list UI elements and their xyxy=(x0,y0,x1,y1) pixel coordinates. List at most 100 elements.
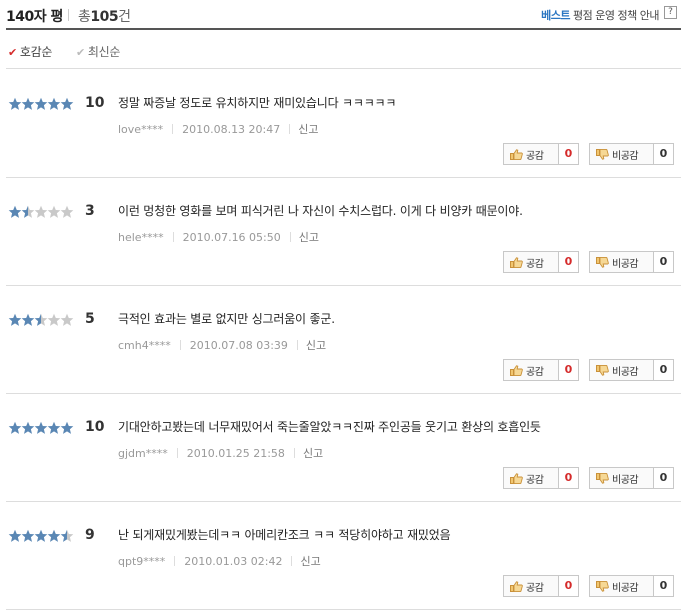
star-icon xyxy=(47,313,61,326)
meta-divider xyxy=(172,124,174,134)
thumbs-up-icon xyxy=(510,364,523,376)
policy-label: 평점 운영 정책 안내 xyxy=(573,9,659,22)
like-label: 공감 xyxy=(526,150,544,162)
star-icon xyxy=(21,421,35,434)
thumbs-up-icon xyxy=(510,580,523,592)
report-link[interactable]: 신고 xyxy=(300,555,320,568)
star-icon xyxy=(8,97,22,110)
sort-bar: ✔ 호감순 ✔ 최신순 xyxy=(6,32,681,69)
reviewer-id[interactable]: cmh4**** xyxy=(118,339,171,352)
thumbs-down-icon xyxy=(596,472,609,484)
star-icon xyxy=(34,205,48,218)
like-label: 공감 xyxy=(526,258,544,270)
like-count: 0 xyxy=(558,468,578,488)
review-meta: cmh4**** 2010.07.08 03:39 신고 xyxy=(118,337,326,353)
review-score: 10 xyxy=(85,419,105,435)
star-rating xyxy=(8,421,74,435)
like-count: 0 xyxy=(558,576,578,596)
review-score: 5 xyxy=(85,311,95,327)
dislike-label: 비공감 xyxy=(612,582,639,594)
best-label: 베스트 xyxy=(541,9,571,22)
star-icon xyxy=(8,205,22,218)
review-item: 10 정말 짜증날 정도로 유치하지만 재미있습니다 ㅋㅋㅋㅋㅋ love**** 2… xyxy=(6,70,681,178)
dislike-button[interactable]: 비공감 0 xyxy=(589,143,674,165)
dislike-count: 0 xyxy=(653,468,673,488)
star-icon xyxy=(8,313,22,326)
review-item: 10 기대안하고봤는데 너무재밌어서 죽는줄알았ㅋㅋ진짜 주인공들 웃기고 환상의… xyxy=(6,394,681,502)
star-icon xyxy=(34,529,48,542)
review-score: 3 xyxy=(85,203,95,219)
star-icon xyxy=(21,313,35,326)
review-meta: qpt9**** 2010.01.03 02:42 신고 xyxy=(118,553,321,569)
star-icon xyxy=(8,421,22,434)
star-rating xyxy=(8,205,74,219)
star-icon xyxy=(21,97,35,110)
like-label: 공감 xyxy=(526,366,544,378)
meta-divider xyxy=(296,340,298,350)
review-item: 9 난 되게재밌게봤는데ㅋㅋ 아메리칸조크 ㅋㅋ 적당히야하고 재밌었음 qpt9*… xyxy=(6,502,681,610)
like-count: 0 xyxy=(558,360,578,380)
review-item: 5 극적인 효과는 별로 없지만 싱그러움이 좋군. cmh4**** 2010.07… xyxy=(6,286,681,394)
reviews-header: 140자 평 총105건 베스트 평점 운영 정책 안내 ? xyxy=(6,0,681,30)
review-date: 2010.08.13 20:47 xyxy=(182,123,281,136)
reviewer-id[interactable]: love**** xyxy=(118,123,163,136)
sort-label: 호감순 xyxy=(19,45,53,59)
report-link[interactable]: 신고 xyxy=(306,339,326,352)
like-button[interactable]: 공감 0 xyxy=(503,467,579,489)
review-date: 2010.07.16 05:50 xyxy=(182,231,281,244)
dislike-label: 비공감 xyxy=(612,258,639,270)
review-date: 2010.01.25 21:58 xyxy=(186,447,285,460)
dislike-button[interactable]: 비공감 0 xyxy=(589,251,674,273)
meta-divider xyxy=(291,556,293,566)
dislike-button[interactable]: 비공감 0 xyxy=(589,575,674,597)
sort-label: 최신순 xyxy=(87,45,121,59)
reviewer-id[interactable]: qpt9**** xyxy=(118,555,165,568)
review-text: 극적인 효과는 별로 없지만 싱그러움이 좋군. xyxy=(118,312,335,326)
star-rating xyxy=(8,529,74,543)
like-count: 0 xyxy=(558,144,578,164)
total-count: 총105건 xyxy=(78,6,131,26)
review-text: 기대안하고봤는데 너무재밌어서 죽는줄알았ㅋㅋ진짜 주인공들 웃기고 환상의 호… xyxy=(118,420,541,434)
review-date: 2010.07.08 03:39 xyxy=(189,339,288,352)
thumbs-down-icon xyxy=(596,580,609,592)
meta-divider xyxy=(289,124,291,134)
star-icon xyxy=(47,421,61,434)
report-link[interactable]: 신고 xyxy=(298,123,318,136)
review-meta: hele**** 2010.07.16 05:50 신고 xyxy=(118,229,319,245)
report-link[interactable]: 신고 xyxy=(303,447,323,460)
report-link[interactable]: 신고 xyxy=(299,231,319,244)
like-button[interactable]: 공감 0 xyxy=(503,359,579,381)
dislike-label: 비공감 xyxy=(612,474,639,486)
review-meta: love**** 2010.08.13 20:47 신고 xyxy=(118,121,319,137)
review-meta: gjdm**** 2010.01.25 21:58 신고 xyxy=(118,445,323,461)
sort-by-latest[interactable]: ✔ 최신순 xyxy=(76,43,120,60)
thumbs-down-icon xyxy=(596,256,609,268)
star-icon xyxy=(47,205,61,218)
thumbs-up-icon xyxy=(510,256,523,268)
like-button[interactable]: 공감 0 xyxy=(503,143,579,165)
dislike-label: 비공감 xyxy=(612,366,639,378)
meta-divider xyxy=(289,232,291,242)
review-score: 10 xyxy=(85,95,105,111)
review-item: 3 이런 멍청한 영화를 보며 피식거린 나 자신이 수치스럽다. 이게 다 비양… xyxy=(6,178,681,286)
review-text: 이런 멍청한 영화를 보며 피식거린 나 자신이 수치스럽다. 이게 다 비양카… xyxy=(118,204,523,218)
like-label: 공감 xyxy=(526,582,544,594)
star-icon xyxy=(47,529,61,542)
thumbs-down-icon xyxy=(596,364,609,376)
like-label: 공감 xyxy=(526,474,544,486)
sort-by-likes[interactable]: ✔ 호감순 xyxy=(8,43,52,60)
like-button[interactable]: 공감 0 xyxy=(503,575,579,597)
review-date: 2010.01.03 02:42 xyxy=(184,555,283,568)
policy-link[interactable]: 베스트 평점 운영 정책 안내 xyxy=(541,7,659,23)
help-icon[interactable]: ? xyxy=(664,6,677,19)
like-button[interactable]: 공감 0 xyxy=(503,251,579,273)
reviewer-id[interactable]: hele**** xyxy=(118,231,164,244)
star-icon xyxy=(34,313,48,326)
meta-divider xyxy=(293,448,295,458)
thumbs-up-icon xyxy=(510,472,523,484)
reviewer-id[interactable]: gjdm**** xyxy=(118,447,168,460)
star-icon xyxy=(60,97,74,110)
dislike-button[interactable]: 비공감 0 xyxy=(589,467,674,489)
total-suffix: 건 xyxy=(118,9,131,25)
dislike-button[interactable]: 비공감 0 xyxy=(589,359,674,381)
